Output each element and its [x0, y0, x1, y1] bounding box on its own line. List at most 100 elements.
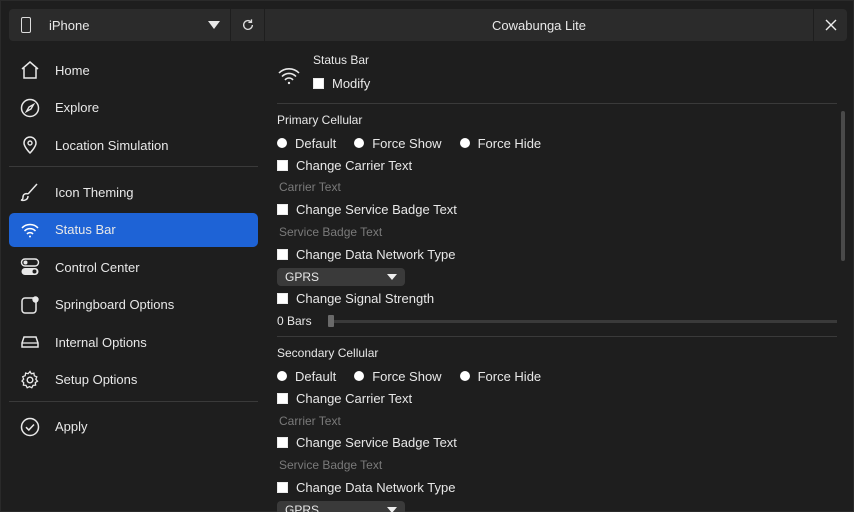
radio-label: Force Hide — [477, 135, 542, 151]
radio-label: Default — [295, 135, 337, 151]
checkbox-box[interactable] — [277, 248, 288, 260]
page-title: Status Bar — [313, 53, 370, 67]
chevron-down-icon — [387, 273, 397, 280]
checkbox-box[interactable] — [277, 481, 288, 493]
content-scrollbar[interactable] — [841, 111, 845, 261]
sidebar-item-label: Control Center — [55, 259, 140, 275]
carrier-text-input[interactable]: Carrier Text — [277, 409, 837, 431]
phone-icon — [21, 17, 31, 33]
modify-checkbox[interactable]: Modify — [313, 73, 370, 93]
network-row: GPRS — [277, 265, 837, 287]
sidebar-item-label: Status Bar — [55, 222, 116, 237]
sidebar-divider — [9, 166, 258, 167]
wifi-icon — [19, 219, 41, 241]
brush-icon — [19, 181, 41, 203]
checkbox-label: Modify — [332, 75, 371, 91]
secondary-visibility-radios: Default Force Show Force Hide — [277, 365, 837, 387]
network-row: GPRS — [277, 499, 837, 512]
status-bar-panel: Status Bar Modify Primary Cellular Defau… — [277, 53, 837, 512]
sidebar-item-label: Icon Theming — [55, 184, 134, 200]
checkbox-box[interactable] — [277, 293, 288, 305]
sidebar-item-status-bar[interactable]: Status Bar — [9, 212, 258, 247]
sidebar-item-label: Apply — [55, 419, 88, 434]
chevron-down-icon — [387, 506, 397, 512]
sidebar-item-home[interactable]: Home — [9, 53, 258, 87]
radio-force-show[interactable]: Force Show — [354, 135, 442, 151]
sidebar: Home Explore Location Simulation Icon Th… — [9, 53, 258, 447]
sidebar-item-label: Home — [55, 62, 90, 78]
sidebar-item-setup-options[interactable]: Setup Options — [9, 363, 258, 397]
sidebar-item-explore[interactable]: Explore — [9, 91, 258, 125]
chevron-down-icon — [208, 21, 220, 29]
close-icon — [825, 19, 836, 31]
checkbox-box[interactable] — [277, 159, 288, 171]
radio-force-hide[interactable]: Force Hide — [459, 368, 542, 384]
checkbox-box[interactable] — [277, 437, 288, 449]
location-pin-icon — [19, 134, 41, 156]
sidebar-item-icon-theming[interactable]: Icon Theming — [9, 175, 258, 209]
change-badge-checkbox[interactable]: Change Service Badge Text — [277, 432, 837, 454]
springboard-icon — [19, 294, 41, 316]
radio-force-show[interactable]: Force Show — [354, 368, 442, 384]
checkbox-label: Change Signal Strength — [296, 291, 435, 307]
radio-label: Force Show — [372, 135, 442, 151]
radio-label: Force Show — [372, 368, 442, 384]
radio-default[interactable]: Default — [277, 369, 336, 384]
carrier-text-input[interactable]: Carrier Text — [277, 176, 837, 198]
dropdown-value: GPRS — [285, 269, 320, 284]
home-icon — [19, 59, 41, 81]
app-window: iPhone Cowabunga Lite Home Explore Locat… — [0, 0, 854, 512]
badge-text-input[interactable]: Service Badge Text — [277, 454, 837, 476]
radio-label: Force Hide — [477, 368, 542, 384]
sidebar-item-label: Internal Options — [55, 334, 147, 350]
radio-button[interactable] — [354, 371, 365, 382]
sidebar-item-control-center[interactable]: Control Center — [9, 250, 258, 284]
radio-label: Default — [295, 368, 337, 384]
close-button[interactable] — [813, 9, 847, 41]
network-type-dropdown[interactable]: GPRS — [277, 500, 405, 512]
checkbox-box[interactable] — [313, 77, 324, 89]
section-title-secondary: Secondary Cellular — [277, 346, 379, 361]
sidebar-item-springboard-options[interactable]: Springboard Options — [9, 288, 258, 322]
top-bar: iPhone Cowabunga Lite — [9, 9, 847, 41]
network-type-dropdown[interactable]: GPRS — [277, 267, 405, 286]
slider-track[interactable] — [327, 314, 837, 327]
radio-force-hide[interactable]: Force Hide — [459, 135, 542, 151]
sidebar-divider — [9, 400, 258, 402]
change-badge-checkbox[interactable]: Change Service Badge Text — [277, 199, 837, 221]
slider-value: 0 Bars — [277, 314, 312, 329]
badge-text-input[interactable]: Service Badge Text — [277, 221, 837, 243]
radio-button[interactable] — [277, 371, 287, 382]
change-carrier-checkbox[interactable]: Change Carrier Text — [277, 387, 837, 409]
change-carrier-checkbox[interactable]: Change Carrier Text — [277, 154, 837, 176]
device-dropdown[interactable]: iPhone — [9, 9, 231, 41]
radio-default[interactable]: Default — [277, 136, 336, 151]
change-network-checkbox[interactable]: Change Data Network Type — [277, 243, 837, 265]
radio-button[interactable] — [459, 138, 470, 148]
change-network-checkbox[interactable]: Change Data Network Type — [277, 476, 837, 498]
primary-visibility-radios: Default Force Show Force Hide — [277, 132, 837, 154]
sidebar-item-location-simulation[interactable]: Location Simulation — [9, 128, 258, 162]
radio-button[interactable] — [354, 138, 365, 148]
checkbox-box[interactable] — [277, 392, 288, 404]
change-signal-checkbox[interactable]: Change Signal Strength — [277, 288, 837, 310]
refresh-icon — [242, 19, 253, 30]
sidebar-item-internal-options[interactable]: Internal Options — [9, 325, 258, 359]
checkbox-box[interactable] — [277, 204, 288, 216]
panel-header: Status Bar Modify — [277, 53, 837, 99]
checkbox-label: Change Service Badge Text — [296, 435, 457, 451]
radio-button[interactable] — [459, 371, 470, 382]
radio-button[interactable] — [277, 138, 287, 148]
refresh-button[interactable] — [231, 9, 265, 41]
checkbox-label: Change Data Network Type — [296, 479, 456, 495]
dropdown-value: GPRS — [285, 502, 320, 512]
checkbox-label: Change Carrier Text — [296, 157, 413, 173]
sidebar-item-apply[interactable]: Apply — [9, 410, 258, 444]
section-title-primary: Primary Cellular — [277, 113, 363, 127]
slider-thumb[interactable] — [327, 314, 334, 327]
device-name: iPhone — [49, 17, 90, 33]
wifi-icon — [278, 68, 300, 85]
checkbox-label: Change Carrier Text — [296, 390, 413, 406]
compass-icon — [19, 97, 41, 119]
sidebar-item-label: Setup Options — [55, 372, 138, 387]
